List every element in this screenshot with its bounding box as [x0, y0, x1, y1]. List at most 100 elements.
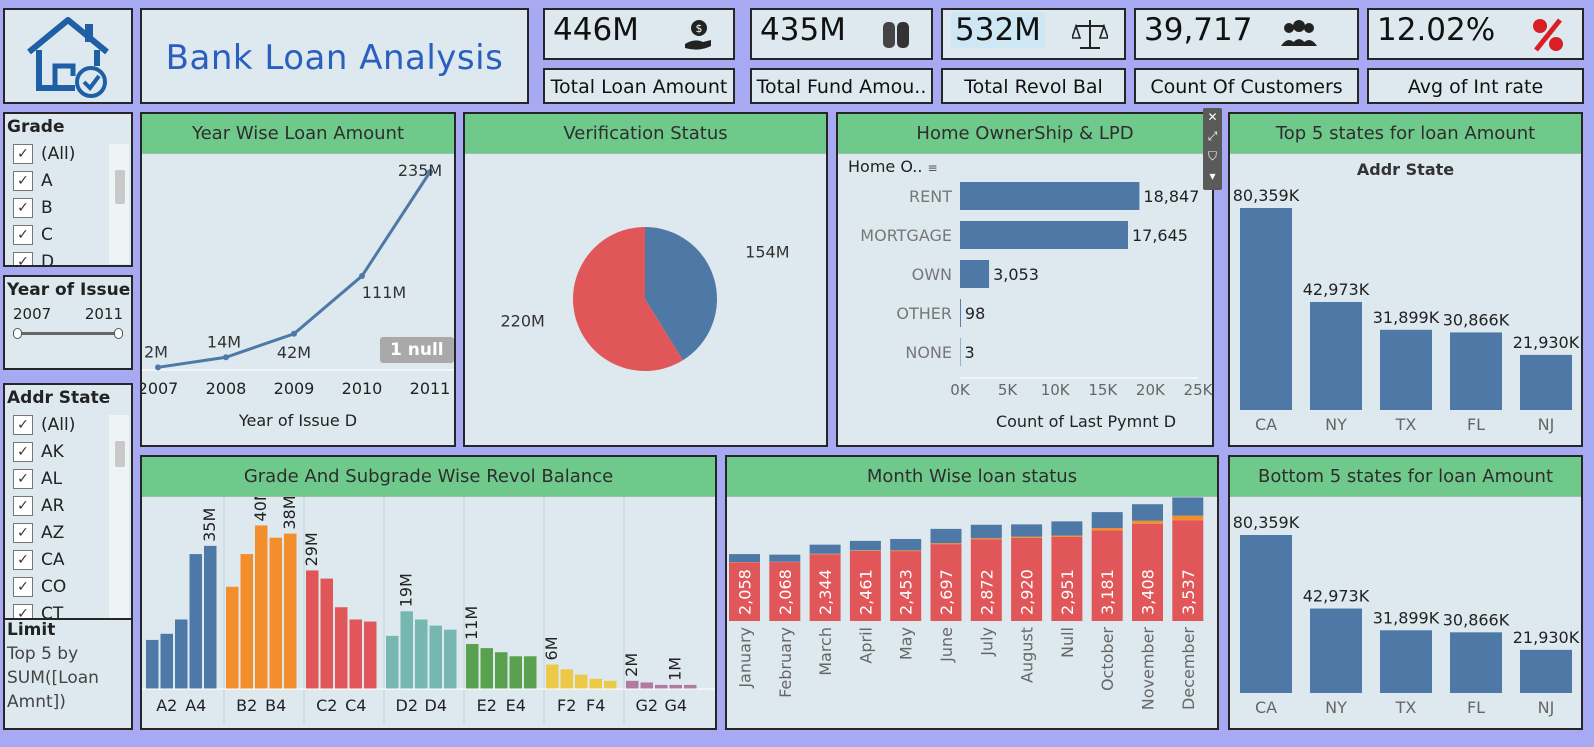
more-options-icon[interactable]: ▾	[1203, 166, 1222, 186]
home-category-label: OWN	[912, 265, 952, 284]
checkbox-checked-icon[interactable]: ✓	[13, 495, 33, 516]
checkbox-checked-icon[interactable]: ✓	[13, 603, 33, 618]
checkbox-checked-icon[interactable]: ✓	[13, 414, 33, 435]
title-panel: Bank Loan Analysis	[140, 8, 529, 104]
line-data-label: 42M	[277, 343, 311, 362]
grade-bar	[560, 669, 573, 689]
state-filter-title: Addr State	[7, 388, 111, 408]
kpi-value-card: 39,717	[1134, 8, 1359, 60]
grade-filter-label: (All)	[41, 143, 76, 164]
grade-bar	[444, 629, 457, 689]
grade-bar	[669, 684, 682, 689]
checkbox-checked-icon[interactable]: ✓	[13, 251, 33, 265]
state-filter-label: AR	[41, 495, 65, 516]
month-stack-segment	[930, 543, 962, 545]
grade-x-tick: C4	[345, 696, 366, 715]
grade-bar-label: 19M	[397, 573, 416, 607]
grade-x-tick: F2	[557, 696, 576, 715]
bottom5-states-panel: Bottom 5 states for loan Amount 80,359K C…	[1228, 455, 1583, 730]
month-stack-segment	[1172, 515, 1204, 521]
year-range-slider[interactable]	[13, 327, 123, 341]
filter-icon[interactable]: ⛉	[1203, 146, 1222, 166]
grade-x-tick: D2	[396, 696, 419, 715]
grade-bar	[255, 525, 268, 689]
expand-icon[interactable]: ⤢	[1203, 126, 1222, 146]
grade-x-tick: G4	[664, 696, 687, 715]
year-max-label: 2011	[84, 305, 123, 323]
state-x-tick: TX	[1395, 698, 1417, 717]
checkbox-checked-icon[interactable]: ✓	[13, 441, 33, 462]
grade-bar	[604, 680, 617, 689]
state-bar-label: 80,359K	[1233, 186, 1300, 205]
month-stack-segment	[729, 554, 760, 563]
line-data-label: 2M	[144, 342, 168, 361]
home-category-label: RENT	[909, 187, 952, 206]
grade-subgrade-panel: Grade And Subgrade Wise Revol Balance 35…	[140, 455, 717, 730]
state-x-tick: CA	[1255, 698, 1277, 717]
line-point	[223, 354, 229, 361]
home-bar	[960, 338, 961, 366]
month-x-tick: Null	[1058, 627, 1077, 658]
grade-bar	[284, 533, 297, 689]
grade-bar	[589, 678, 602, 689]
logo-panel	[3, 8, 133, 104]
kpi-label: Total Revol Bal	[941, 68, 1126, 104]
checkbox-checked-icon[interactable]: ✓	[13, 224, 33, 245]
month-stack-segment	[1011, 536, 1043, 538]
state-x-tick: NJ	[1538, 698, 1555, 717]
null-badge[interactable]: 1 null	[380, 337, 454, 363]
month-x-tick: December	[1179, 627, 1198, 710]
kpi-value-card: 435M	[750, 8, 933, 60]
grade-bar-label: 38M	[280, 497, 299, 530]
kpi-label: Total Fund Amou..	[750, 68, 933, 104]
home-ownership-title: Home OwnerShip & LPD	[838, 114, 1212, 154]
checkbox-checked-icon[interactable]: ✓	[13, 197, 33, 218]
month-x-tick: July	[977, 627, 996, 657]
state-filter: Addr State ✓ (All) ✓ AK ✓ AL ✓ AR ✓ AZ ✓ CA ✓ CO ✓ CT	[3, 383, 133, 620]
pie-data-label: 154M	[745, 243, 789, 262]
year-slider-handle-max[interactable]	[114, 328, 123, 339]
checkbox-checked-icon[interactable]: ✓	[13, 576, 33, 597]
bottom5-states-bar-chart: 80,359K CA 42,973K NY 31,899K TX 30,866K FL 21,9…	[1233, 513, 1580, 717]
month-wise-stacked-chart: 2,058 January 2,068 February 2,344 March 2,461…	[729, 497, 1204, 711]
checkbox-checked-icon[interactable]: ✓	[13, 170, 33, 191]
grade-bar	[415, 619, 428, 689]
checkbox-checked-icon[interactable]: ✓	[13, 522, 33, 543]
kpi-value: 12.02%	[1377, 12, 1496, 48]
month-stack-segment	[849, 550, 881, 551]
state-filter-label: (All)	[41, 414, 76, 435]
home-bar	[960, 182, 1140, 210]
grade-bar	[240, 554, 253, 689]
state-bar	[1310, 301, 1362, 410]
month-stack-segment	[1132, 520, 1163, 524]
year-slider-handle-min[interactable]	[13, 328, 22, 339]
month-stack-segment	[1051, 521, 1083, 536]
kpi-value: 446M	[553, 12, 639, 48]
month-bar-label: 3,408	[1139, 569, 1158, 615]
state-scrollbar[interactable]	[115, 441, 125, 467]
month-x-tick: November	[1139, 627, 1158, 711]
bottom5-states-title: Bottom 5 states for loan Amount	[1230, 457, 1581, 497]
page-title: Bank Loan Analysis	[165, 38, 504, 78]
grade-bar	[269, 537, 282, 689]
close-icon[interactable]: ✕	[1203, 108, 1222, 126]
year-filter-title: Year of Issue D	[7, 280, 131, 300]
checkbox-checked-icon[interactable]: ✓	[13, 468, 33, 489]
coins-icon	[879, 16, 915, 54]
home-bar-label: 98	[965, 304, 985, 323]
grade-bar	[480, 648, 493, 689]
grade-scrollbar[interactable]	[115, 170, 125, 204]
state-filter-label: CO	[41, 576, 67, 597]
checkbox-checked-icon[interactable]: ✓	[13, 549, 33, 570]
grade-x-tick: G2	[635, 696, 658, 715]
checkbox-checked-icon[interactable]: ✓	[13, 143, 33, 164]
grade-bar	[189, 554, 202, 689]
grade-filter-title: Grade	[7, 117, 65, 137]
state-bar-label: 31,899K	[1373, 608, 1440, 627]
line-point	[359, 272, 365, 279]
month-bar-label: 2,920	[1018, 569, 1037, 615]
state-x-tick: FL	[1467, 698, 1485, 717]
grade-x-tick: A4	[185, 696, 206, 715]
verification-panel: Verification Status 154M 220M	[463, 112, 828, 447]
bank-house-icon	[27, 17, 109, 98]
